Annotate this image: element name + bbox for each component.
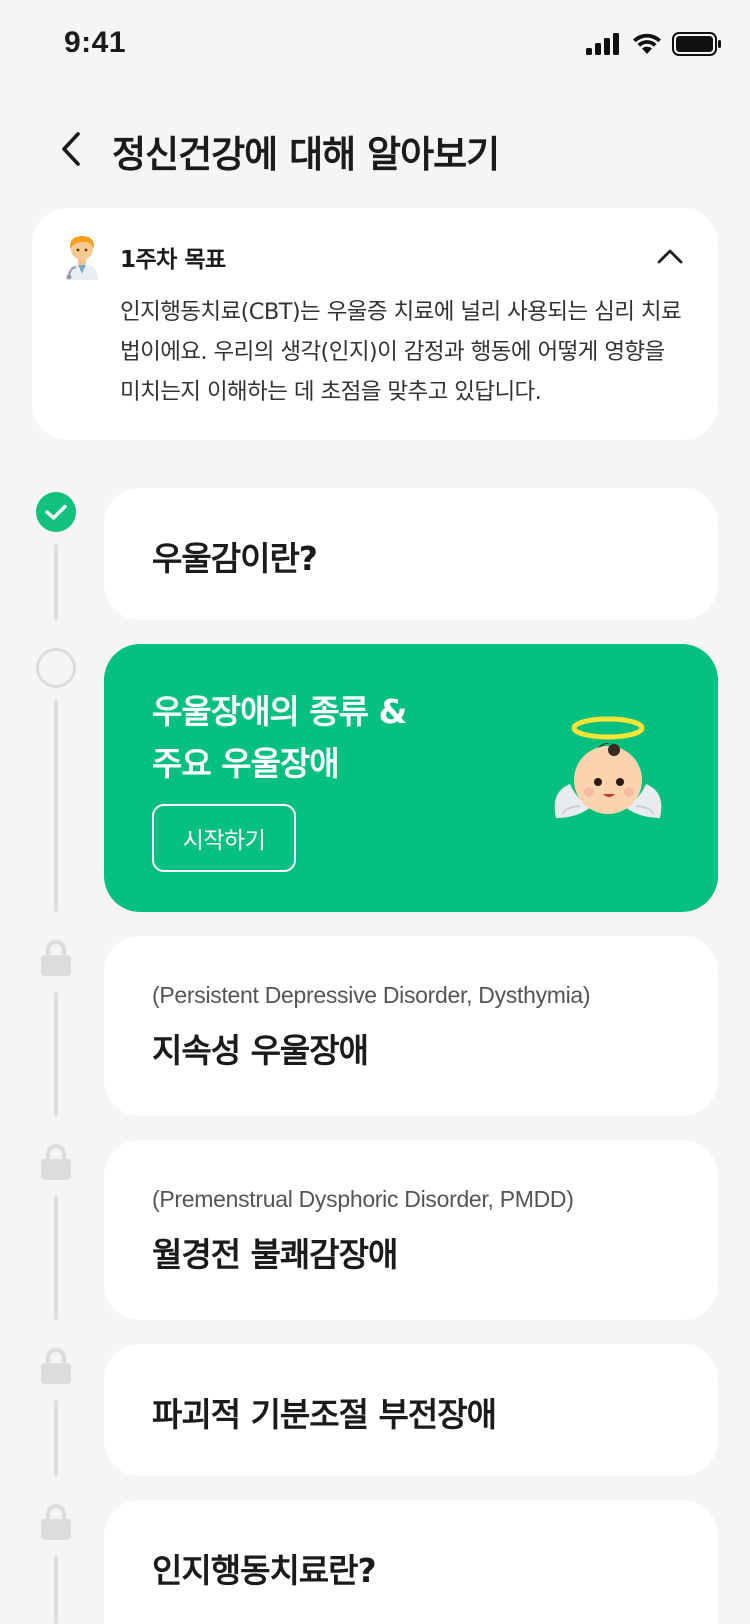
lesson-title: 월경전 불쾌감장애 [152,1235,398,1274]
status-icons [586,32,722,56]
check-icon [45,504,67,520]
lesson-title: 파괴적 기분조절 부전장애 [152,1395,497,1434]
status-bar: 9:41 [0,0,750,90]
lesson-card-5[interactable]: 파괴적 기분조절 부전장애 [104,1344,718,1476]
goal-label: 1주차 목표 [120,247,226,273]
goal-description: 인지행동치료(CBT)는 우울증 치료에 널리 사용되는 심리 치료법이에요. … [120,299,682,405]
timeline-line [54,1556,58,1624]
lock-icon [41,1348,71,1384]
timeline-line [54,1196,58,1320]
lesson-title: 지속성 우울장애 [152,1031,369,1070]
current-step-circle [36,648,76,688]
lesson-card-4[interactable]: (Premenstrual Dysphoric Disorder, PMDD) … [104,1140,718,1320]
lesson-title: 우울감이란? [152,539,318,578]
collapse-goal-button[interactable] [648,234,692,278]
lesson-title: 우울장애의 종류 & 주요 우울장애 [152,686,407,790]
chevron-up-icon [657,249,683,264]
completed-check-icon [36,492,76,532]
lock-icon [41,1504,71,1540]
wifi-icon [633,33,661,54]
angel-baby-icon [554,716,662,818]
timeline-line [54,1400,58,1476]
lesson-card-2-active[interactable]: 우울장애의 종류 & 주요 우울장애 시작하기 [104,644,718,912]
page-title: 정신건강에 대해 알아보기 [112,133,500,176]
lesson-title-line2: 주요 우울장애 [152,744,340,783]
lesson-subtitle: (Premenstrual Dysphoric Disorder, PMDD) [152,1186,574,1212]
timeline-line [54,544,58,620]
timeline-line [54,992,58,1116]
lock-icon [41,940,71,976]
lesson-card-3[interactable]: (Persistent Depressive Disorder, Dysthym… [104,936,718,1116]
start-button[interactable]: 시작하기 [152,804,296,872]
lesson-card-1[interactable]: 우울감이란? [104,488,718,620]
header: 정신건강에 대해 알아보기 [0,110,750,190]
lock-icon [41,1144,71,1180]
lesson-subtitle: (Persistent Depressive Disorder, Dysthym… [152,982,591,1008]
doctor-avatar-icon [66,236,98,280]
lesson-card-6[interactable]: 인지행동치료란? [104,1500,718,1624]
timeline-line [54,700,58,912]
status-time: 9:41 [64,26,127,59]
battery-icon [672,32,721,56]
lesson-title: 인지행동치료란? [152,1551,377,1590]
back-arrow-icon [62,132,80,166]
signal-icon [586,33,619,55]
lesson-title-line1: 우울장애의 종류 & [152,692,407,731]
weekly-goal-card: 1주차 목표 인지행동치료(CBT)는 우울증 치료에 널리 사용되는 심리 치… [32,208,718,440]
back-button[interactable] [46,124,96,174]
